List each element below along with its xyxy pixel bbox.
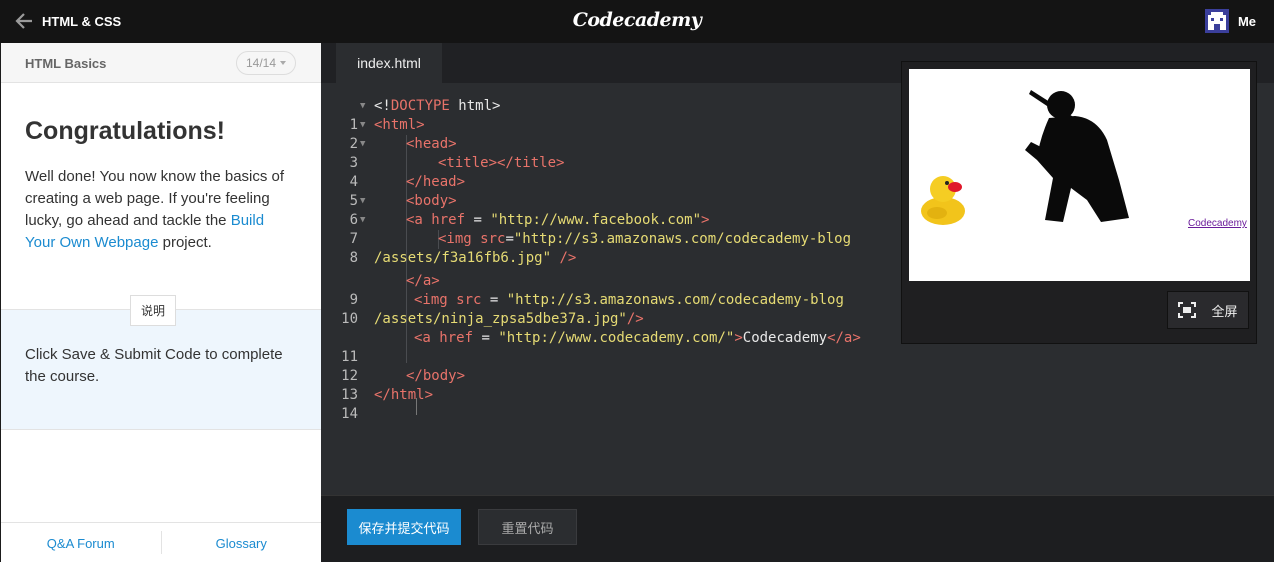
code-token: /> [626, 311, 644, 327]
code-line: 14 </html> [321, 386, 901, 422]
code-editor-panel: index.html 1 ▼ <!DOCTYPE html> 2 ▼ <html… [321, 43, 1274, 562]
code-token: "http://s3.amazonaws.com/codecademy-blog [506, 292, 844, 308]
code-token: <title></title> [438, 155, 565, 171]
lesson-panel: HTML Basics 14/14 Congratulations! Well … [1, 43, 321, 562]
code-line: 7 ▼ <a href = "http://www.facebook.com"> [321, 211, 901, 247]
code-line: 12 [321, 348, 901, 384]
rubber-duck-image[interactable] [919, 169, 967, 227]
exercise-progress-dropdown[interactable]: 14/14 [235, 51, 296, 75]
code-token: = [481, 292, 507, 308]
avatar [1204, 9, 1229, 33]
code-token: DOCTYPE [390, 98, 450, 114]
fold-arrow-icon[interactable]: ▼ [360, 192, 365, 211]
ninja-silhouette-image[interactable] [979, 80, 1169, 230]
editor-action-bar: 保存并提交代码 重置代码 [321, 495, 1274, 562]
result-preview-panel: Codecademy 全屏 [901, 61, 1257, 344]
lesson-heading: Congratulations! [25, 117, 225, 145]
save-submit-button[interactable]: 保存并提交代码 [347, 509, 461, 545]
lesson-footer: Q&A Forum Glossary [1, 522, 321, 562]
fold-arrow-icon[interactable]: ▼ [360, 211, 365, 230]
code-line: 6 ▼ <body> [321, 192, 901, 228]
fullscreen-icon [1178, 302, 1197, 318]
preview-frame[interactable]: Codecademy [909, 69, 1250, 281]
lesson-body: Well done! You now know the basics of cr… [25, 166, 297, 254]
lesson-body-text-end: project. [158, 234, 212, 251]
user-label: Me [1237, 13, 1256, 29]
code-token: </html> [374, 387, 434, 403]
code-token: html> [449, 98, 501, 114]
code-line: 4 <title></title> [321, 154, 901, 190]
code-token: = [473, 330, 499, 346]
instructions-box: 说明 Click Save & Submit Code to complete … [1, 295, 321, 430]
code-token: Codecademy [742, 330, 828, 346]
lesson-header: HTML Basics 14/14 [1, 43, 321, 83]
code-token: <a href [414, 330, 474, 346]
code-token: "http://www.codecademy.com/" [498, 330, 735, 346]
fold-arrow-icon[interactable]: ▼ [360, 135, 365, 154]
code-token: "http://www.facebook.com" [490, 212, 702, 228]
code-token: </a> [827, 330, 861, 346]
code-token: </head> [406, 174, 466, 190]
code-token: <img src [414, 292, 482, 308]
code-token: /> [551, 250, 577, 266]
code-line: 10 <img src = "http://s3.amazonaws.com/c… [321, 291, 901, 327]
glossary-link[interactable]: Glossary [162, 523, 322, 562]
code-token: </a> [406, 273, 440, 289]
code-token: = [465, 212, 491, 228]
lesson-content: Congratulations! Well done! You now know… [1, 83, 321, 254]
chevron-down-icon [280, 61, 286, 65]
code-line-wrap: /assets/f3a16fb6.jpg" /> [321, 249, 901, 268]
code-token: <head> [406, 136, 457, 152]
code-token: <img src [438, 231, 506, 247]
progress-count: 14/14 [245, 56, 276, 70]
code-token: /assets/ninja_zpsa5dbe37a.jpg" [374, 311, 627, 327]
fullscreen-label: 全屏 [1211, 303, 1238, 319]
code-line: 5 </head> [321, 173, 901, 209]
code-token: <html> [374, 117, 425, 133]
code-line: 9 </a> [321, 272, 901, 308]
user-menu[interactable]: Me [1204, 9, 1256, 33]
instructions-text: Click Save & Submit Code to complete the… [25, 346, 283, 385]
code-token: "http://s3.amazonaws.com/codecademy-blog [513, 231, 852, 247]
back-to-course-button[interactable]: HTML & CSS [14, 11, 121, 31]
tab-index-html[interactable]: index.html [336, 43, 442, 83]
code-line: 11 <a href = "http://www.codecademy.com/… [321, 329, 901, 365]
reset-code-button[interactable]: 重置代码 [478, 509, 577, 545]
preview-codecademy-link[interactable]: Codecademy [1188, 218, 1247, 229]
codecademy-logo: Codecademy [572, 9, 702, 31]
code-token: <a href [406, 212, 466, 228]
code-token: > [701, 212, 710, 228]
code-line: 1 ▼ <!DOCTYPE html> [321, 97, 901, 133]
code-line: 3 ▼ <head> [321, 135, 901, 171]
code-token: </body> [406, 368, 466, 384]
instructions-label: 说明 [130, 295, 176, 326]
fullscreen-button[interactable]: 全屏 [1167, 291, 1249, 329]
code-token: > [734, 330, 743, 346]
code-line-wrap: /assets/ninja_zpsa5dbe37a.jpg"/> [321, 310, 901, 329]
qa-forum-link[interactable]: Q&A Forum [1, 523, 161, 562]
arrow-left-icon [15, 13, 32, 29]
lesson-name: HTML Basics [25, 56, 107, 71]
code-token: /assets/f3a16fb6.jpg" [374, 250, 552, 266]
fold-arrow-icon[interactable]: ▼ [360, 97, 365, 116]
code-token: <! [374, 98, 391, 114]
code-line: 2 ▼ <html> [321, 116, 901, 152]
top-bar: HTML & CSS Codecademy Me [0, 0, 1274, 43]
code-token: <body> [406, 193, 457, 209]
code-line: 13 </body> [321, 367, 901, 403]
code-line: 8 <img src="http://s3.amazonaws.com/code… [321, 230, 901, 266]
fold-arrow-icon[interactable]: ▼ [360, 116, 365, 135]
code-token: = [505, 231, 514, 247]
line-number: 14 [341, 406, 358, 422]
course-title: HTML & CSS [42, 13, 122, 29]
